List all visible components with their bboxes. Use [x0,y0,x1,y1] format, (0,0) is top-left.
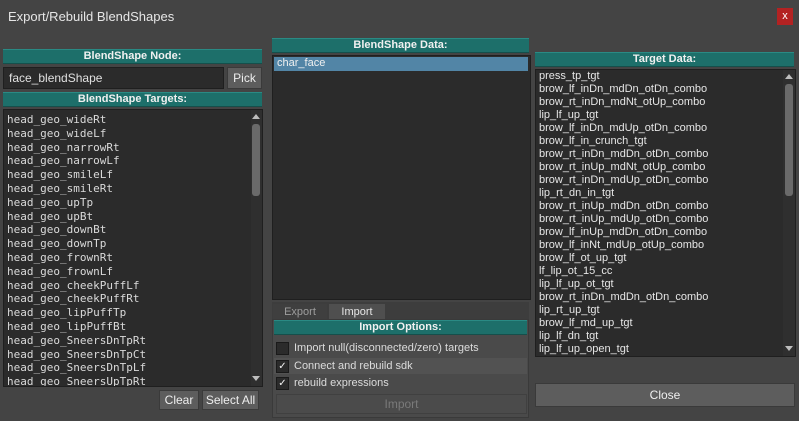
select-all-button[interactable]: Select All [202,390,259,410]
connect-rebuild-sdk-checkbox[interactable]: ✓ [276,360,289,373]
import-button[interactable]: Import [276,394,527,414]
tab-import[interactable]: Import [329,304,385,320]
list-item[interactable]: brow_rt_inDn_mdDn_otDn_combo [536,291,782,304]
list-item[interactable]: head_geo_downBt [4,223,250,237]
clear-button[interactable]: Clear [159,390,199,410]
list-item[interactable]: brow_lf_inUp_mdDn_otDn_combo [536,226,782,239]
list-item[interactable]: head_geo_upBt [4,210,250,224]
list-item[interactable]: lip_lf_dn_tgt [536,330,782,343]
connect-rebuild-sdk-label: Connect and rebuild sdk [294,360,413,372]
blendshape-data-list[interactable]: char_face [272,55,531,300]
close-window-button[interactable]: x [777,8,793,25]
pick-button[interactable]: Pick [227,67,262,89]
list-item[interactable]: lip_lf_up_open_tgt [536,343,782,356]
list-item[interactable]: brow_rt_inDn_mdDn_otDn_combo [536,148,782,161]
list-item[interactable]: head_geo_upTp [4,196,250,210]
close-button[interactable]: Close [535,383,795,407]
tab-export[interactable]: Export [273,304,327,320]
list-item[interactable]: brow_lf_ot_up_tgt [536,252,782,265]
list-item[interactable]: brow_lf_inDn_mdUp_otDn_combo [536,122,782,135]
title-bar: Export/Rebuild BlendShapes x [0,0,799,34]
target-data-list[interactable]: press_tp_tgt brow_lf_inDn_mdDn_otDn_combo… [535,69,796,357]
targets-scroll-thumb[interactable] [252,124,260,196]
target-data-header: Target Data: [535,52,794,67]
list-item[interactable]: head_geo_wideLf [4,127,250,141]
rebuild-expressions-label: rebuild expressions [294,377,389,389]
list-item[interactable]: head_geo_cheekPuffLf [4,279,250,293]
list-item[interactable]: head_geo_frownRt [4,251,250,265]
list-item[interactable]: head_geo_SneersUpTpRt [4,375,250,386]
scroll-up-icon[interactable] [252,114,260,119]
list-item[interactable]: head_geo_cheekPuffRt [4,292,250,306]
list-item[interactable]: brow_lf_inDn_mdDn_otDn_combo [536,83,782,96]
blendshape-node-header: BlendShape Node: [3,49,262,64]
import-null-checkbox[interactable] [276,342,289,355]
list-item[interactable]: lip_lf_up_tgt [536,109,782,122]
target-data-scroll-thumb[interactable] [785,84,793,196]
blendshape-node-value: face_blendShape [9,71,103,85]
list-item[interactable]: brow_lf_inNt_mdUp_otUp_combo [536,239,782,252]
list-item[interactable]: head_geo_lipPuffTp [4,306,250,320]
data-item-char-face[interactable]: char_face [274,57,528,71]
list-item[interactable]: head_geo_SneersDnTpLf [4,361,250,375]
scroll-down-icon[interactable] [785,346,793,351]
import-null-label: Import null(disconnected/zero) targets [294,342,479,354]
list-item[interactable]: brow_lf_in_crunch_tgt [536,135,782,148]
list-item[interactable]: head_geo_lipPuffBt [4,320,250,334]
blendshape-targets-list[interactable]: head_geo_wideRt head_geo_wideLf head_geo_n… [3,109,263,387]
list-item[interactable]: brow_rt_inUp_mdUp_otDn_combo [536,213,782,226]
list-item[interactable]: brow_rt_inDn_mdUp_otDn_combo [536,174,782,187]
list-item[interactable]: head_geo_wideRt [4,113,250,127]
list-item[interactable]: lip_rt_up_tgt [536,304,782,317]
list-item[interactable]: brow_rt_inUp_mdDn_otDn_combo [536,200,782,213]
scroll-up-icon[interactable] [785,74,793,79]
list-item[interactable]: head_geo_frownLf [4,265,250,279]
list-item[interactable]: head_geo_smileLf [4,168,250,182]
list-item[interactable]: head_geo_SneersDnTpRt [4,334,250,348]
window-title: Export/Rebuild BlendShapes [8,9,175,24]
list-item[interactable]: head_geo_smileRt [4,182,250,196]
list-item[interactable]: brow_lf_md_up_tgt [536,317,782,330]
list-item[interactable]: brow_rt_inUp_mdNt_otUp_combo [536,161,782,174]
list-item[interactable]: press_tp_tgt [536,70,782,83]
list-item[interactable]: lf_lip_ot_15_cc [536,265,782,278]
blendshape-targets-header: BlendShape Targets: [3,92,262,107]
rebuild-expressions-checkbox[interactable]: ✓ [276,377,289,390]
blendshape-node-field[interactable]: face_blendShape [3,67,224,89]
list-item[interactable]: head_geo_narrowLf [4,154,250,168]
blendshape-data-header: BlendShape Data: [272,38,529,53]
scroll-down-icon[interactable] [252,376,260,381]
list-item[interactable]: head_geo_SneersDnTpCt [4,348,250,362]
list-item[interactable]: lip_lf_up_ot_tgt [536,278,782,291]
list-item[interactable]: lip_rt_dn_in_tgt [536,187,782,200]
list-item[interactable]: brow_rt_inDn_mdNt_otUp_combo [536,96,782,109]
import-options-header: Import Options: [274,320,527,335]
list-item[interactable]: head_geo_downTp [4,237,250,251]
list-item[interactable]: head_geo_narrowRt [4,141,250,155]
